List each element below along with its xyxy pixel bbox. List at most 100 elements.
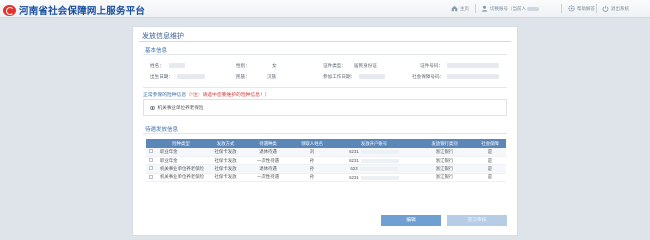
row-checkbox[interactable] (149, 149, 153, 154)
column-header: 待遇种类 (245, 139, 291, 148)
nav-home[interactable]: 主页 (451, 5, 469, 12)
table-row[interactable]: 机关事业单位养老保险 社保卡发放 退休待遇 孙 623 浙江银行 是 (146, 164, 506, 174)
basic-info-title: 基本信息 (145, 48, 168, 54)
title-divider (139, 41, 511, 42)
cell-person: 孙 (291, 156, 333, 166)
value-birth-date-redacted (177, 74, 205, 79)
account-redacted (359, 167, 398, 172)
cell-method: 社保卡发放 (206, 164, 245, 174)
value-gender: 女 (272, 63, 277, 68)
label-birth-date: 出生日期： (150, 74, 173, 79)
cell-type: 机关事业单位养老保险 (156, 173, 206, 183)
row-checkbox[interactable] (149, 174, 153, 179)
account-prefix: 6231 (349, 149, 359, 155)
account-redacted (360, 150, 399, 155)
cell-ss: 是 (474, 164, 506, 174)
power-icon (602, 5, 609, 12)
column-header: 社会保障 (474, 139, 506, 148)
label-id-number: 证件号码： (420, 63, 443, 68)
label-ss-number: 社会保障号码： (412, 74, 445, 79)
payment-table: 险种类型 发放方式 待遇种类 领取人姓名 发放开户账号 发放银行类别 社会保障 … (146, 139, 506, 183)
cell-type: 机关事业单位养老保险 (156, 164, 206, 174)
table-row[interactable]: 职业年金 社保卡发放 一次性待遇 孙 6231 浙江银行 是 (146, 156, 506, 166)
cell-person: 孙 (291, 164, 333, 174)
user-icon (481, 5, 488, 12)
column-header: 领取人姓名 (291, 139, 333, 148)
cell-kind: 一次性待遇 (245, 156, 291, 166)
gear-icon (568, 5, 575, 12)
cell-person: 刘 (291, 148, 333, 157)
row-checkbox[interactable] (149, 166, 153, 171)
value-name-redacted (169, 63, 185, 68)
cell-method: 社保卡发放 (206, 148, 245, 157)
nav-divider (561, 4, 562, 13)
nav-home-label: 主页 (460, 5, 469, 11)
cell-bank: 浙江银行 (415, 156, 474, 166)
row-checkbox[interactable] (149, 158, 153, 163)
label-name: 姓名： (150, 63, 164, 68)
cell-type: 职业年金 (156, 148, 206, 157)
pending-info-title: 待遇发放信息 (145, 127, 179, 133)
row-select[interactable] (146, 173, 156, 183)
column-header: 险种类型 (156, 139, 206, 148)
row-select[interactable] (146, 148, 156, 157)
value-ss-number-redacted (447, 74, 499, 79)
cell-method: 社保卡发放 (206, 156, 245, 166)
section-divider (143, 133, 507, 134)
main-panel: 发放信息维护 基本信息 姓名： 性别： 女 证件类型： 居民身份证 证件号码： … (132, 26, 518, 236)
site-logo[interactable]: 河南省社会保障网上服务平台 (3, 3, 145, 17)
account-name-redacted (527, 6, 539, 11)
nav-exit-label: 退出系统 (611, 5, 629, 11)
label-id-type: 证件类型： (323, 63, 346, 68)
column-header (146, 139, 156, 148)
table-row[interactable]: 机关事业单位养老保险 社保卡发放 一次性待遇 孙 6231 浙江银行 是 (146, 173, 506, 183)
insurance-note: 正常参保的险种信息（*注：请选中您要维护的险种信息！） (143, 91, 270, 98)
cell-method: 社保卡发放 (206, 173, 245, 183)
cell-account: 6231 (333, 173, 415, 183)
value-id-number-redacted (447, 63, 499, 68)
insurance-note-warning: （*注：请选中您要维护的险种信息！） (186, 93, 270, 98)
edit-button[interactable]: 编辑 (381, 215, 441, 226)
insurance-list: 机关事业单位养老保险 (143, 99, 507, 116)
account-prefix: 6231 (349, 158, 359, 164)
cell-bank: 浙江银行 (415, 164, 474, 174)
nav-exit[interactable]: 退出系统 (602, 5, 629, 12)
column-header: 发放方式 (206, 139, 245, 148)
column-header: 发放开户账号 (333, 139, 415, 148)
home-icon (451, 5, 458, 12)
cell-ss: 是 (474, 156, 506, 166)
insurance-option[interactable]: 机关事业单位养老保险 (150, 105, 203, 111)
table-header-row: 险种类型 发放方式 待遇种类 领取人姓名 发放开户账号 发放银行类别 社会保障 (146, 139, 506, 148)
row-select[interactable] (146, 156, 156, 166)
label-work-date: 参加工作日期： (323, 74, 356, 79)
cell-kind: 退休待遇 (245, 148, 291, 157)
top-bar: 河南省社会保障网上服务平台 主页 切换账号（当前人 帮助解答 退出系统 (0, 0, 650, 18)
nav-switch-account[interactable]: 切换账号（当前人 (481, 5, 539, 12)
cell-kind: 一次性待遇 (245, 173, 291, 183)
brand-title: 河南省社会保障网上服务平台 (19, 6, 146, 17)
value-ethnicity: 汉族 (267, 74, 277, 79)
cell-account: 6231 (333, 156, 415, 166)
nav-divider (596, 4, 597, 13)
table-row[interactable]: 职业年金 社保卡发放 退休待遇 刘 6231 浙江银行 是 (146, 148, 506, 157)
cell-person: 孙 (291, 173, 333, 183)
insurance-option-label: 机关事业单位养老保险 (157, 105, 204, 110)
label-ethnicity: 民族： (236, 74, 250, 79)
value-work-date-redacted (359, 74, 385, 79)
section-divider (143, 87, 507, 88)
cell-account: 623 (333, 164, 415, 174)
radio-button[interactable] (150, 105, 155, 111)
account-redacted (360, 158, 399, 163)
nav-help[interactable]: 帮助解答 (568, 5, 595, 12)
submit-review-button[interactable]: 提交审核 (447, 215, 507, 226)
logo-icon (3, 4, 16, 16)
row-select[interactable] (146, 164, 156, 174)
cell-bank: 浙江银行 (415, 173, 474, 183)
cell-bank: 浙江银行 (415, 148, 474, 157)
account-prefix: 623 (350, 166, 358, 172)
cell-ss: 是 (474, 173, 506, 183)
nav-divider (475, 4, 476, 13)
insurance-note-title: 正常参保的险种信息 (143, 93, 187, 98)
cell-account: 6231 (333, 148, 415, 157)
column-header: 发放银行类别 (415, 139, 474, 148)
